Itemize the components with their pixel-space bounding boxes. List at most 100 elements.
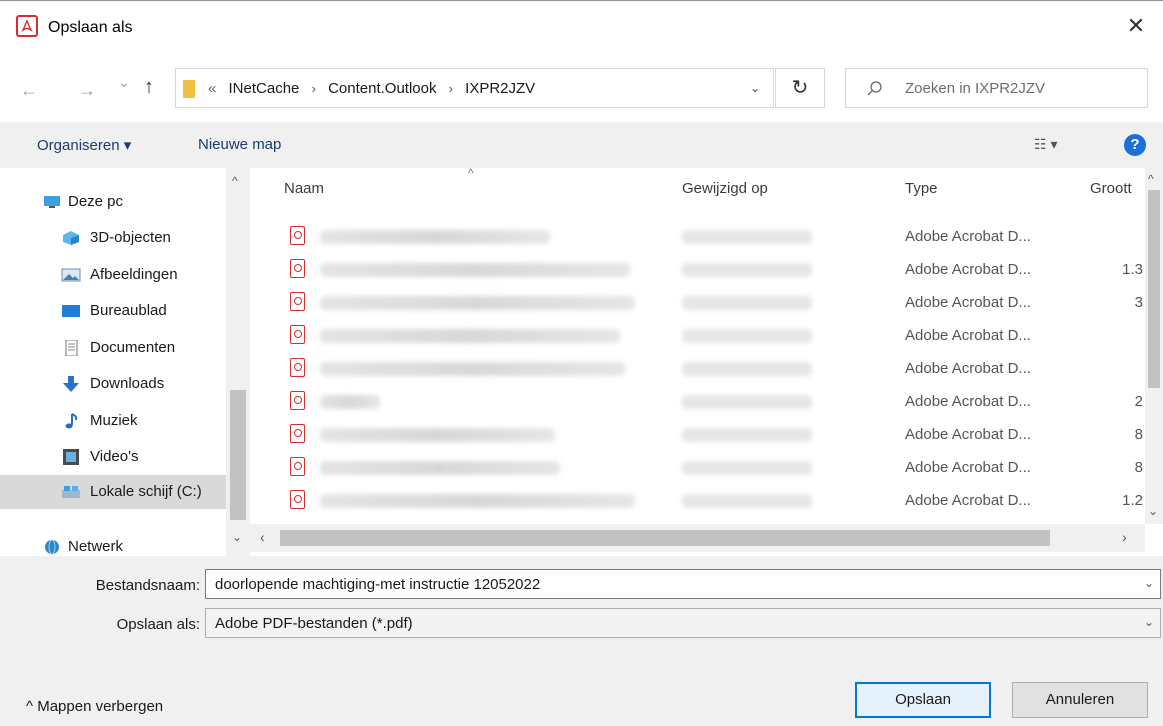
table-row[interactable]: Adobe Acrobat D... 8 [250, 451, 1145, 484]
breadcrumb: « INetCache › Content.Outlook › IXPR2JZV [208, 80, 535, 97]
file-name-redacted [320, 461, 560, 475]
file-date-redacted [682, 461, 812, 475]
new-folder-button[interactable]: Nieuwe map [198, 136, 281, 153]
file-size: 2 [1134, 393, 1143, 410]
file-type: Adobe Acrobat D... [905, 459, 1031, 476]
file-size: 1.3 [1122, 261, 1143, 278]
recent-locations-chevron-icon[interactable]: ⌄ [118, 74, 130, 91]
pdf-file-icon [290, 259, 305, 278]
filename-value: doorlopende machtiging-met instructie 12… [215, 576, 541, 593]
address-bar[interactable]: « INetCache › Content.Outlook › IXPR2JZV… [175, 68, 774, 108]
sidebar-item-3d-objecten[interactable]: 3D-objecten [0, 221, 226, 255]
navigation-pane-scrollbar[interactable]: ^ ⌄ [226, 168, 250, 556]
sidebar-item-afbeeldingen[interactable]: Afbeeldingen [0, 258, 226, 292]
table-row[interactable]: Adobe Acrobat D... [250, 319, 1145, 352]
computer-icon [44, 196, 60, 208]
music-note-icon [65, 413, 78, 429]
sidebar-item-videos[interactable]: Video's [0, 440, 226, 474]
table-row[interactable]: Adobe Acrobat D... 2 [250, 385, 1145, 418]
sidebar-item-label: Downloads [90, 375, 165, 392]
file-date-redacted [682, 230, 812, 244]
save-as-dialog: Opslaan als ✕ ← → ⌄ ↑ « INetCache › Cont… [0, 0, 1163, 726]
file-type: Adobe Acrobat D... [905, 327, 1031, 344]
column-header-modified[interactable]: Gewijzigd op [682, 180, 768, 197]
save-type-select[interactable]: Adobe PDF-bestanden (*.pdf) ⌄ [205, 608, 1161, 638]
scrollbar-thumb[interactable] [1148, 190, 1160, 388]
sidebar-item-bureaublad[interactable]: Bureaublad [0, 294, 226, 328]
file-date-redacted [682, 296, 812, 310]
chevron-down-icon[interactable]: ⌄ [1144, 576, 1154, 590]
organise-menu-button[interactable]: Organiseren ▾ [37, 136, 131, 154]
file-name-redacted [320, 296, 635, 310]
pdf-file-icon [290, 457, 305, 476]
file-date-redacted [682, 263, 812, 277]
file-type: Adobe Acrobat D... [905, 228, 1031, 245]
hide-folders-button[interactable]: ^ Mappen verbergen [26, 698, 163, 715]
close-icon[interactable]: ✕ [1123, 13, 1149, 39]
table-row[interactable]: Adobe Acrobat D... 8 [250, 418, 1145, 451]
view-options-icon[interactable]: ☷ ▾ [1034, 136, 1057, 153]
film-icon [63, 449, 79, 465]
address-dropdown-chevron-icon[interactable]: ⌄ [750, 81, 760, 95]
command-toolbar: Organiseren ▾ Nieuwe map ☷ ▾ ? [0, 122, 1163, 168]
sidebar-item-netwerk[interactable]: Netwerk [0, 530, 226, 556]
drive-icon [62, 486, 80, 498]
sidebar-item-muziek[interactable]: Muziek [0, 404, 226, 438]
sidebar-item-downloads[interactable]: Downloads [0, 367, 226, 401]
sidebar-item-label: Lokale schijf (C:) [90, 483, 202, 500]
help-icon[interactable]: ? [1124, 134, 1146, 156]
save-type-label: Opslaan als: [116, 616, 200, 633]
breadcrumb-item-content-outlook[interactable]: Content.Outlook [328, 80, 436, 97]
scroll-down-icon[interactable]: ⌄ [232, 530, 242, 544]
scroll-down-icon[interactable]: ⌄ [1148, 504, 1158, 518]
breadcrumb-item-ixpr2jzv[interactable]: IXPR2JZV [465, 80, 535, 97]
back-arrow-icon[interactable]: ← [20, 80, 38, 101]
acrobat-icon [16, 15, 38, 37]
table-row[interactable]: Adobe Acrobat D... 3 [250, 286, 1145, 319]
file-name-redacted [320, 263, 630, 277]
file-list-horizontal-scrollbar[interactable]: ‹ › [250, 524, 1145, 552]
pdf-file-icon [290, 325, 305, 344]
column-header-size[interactable]: Groott [1090, 180, 1132, 197]
filename-field[interactable]: doorlopende machtiging-met instructie 12… [205, 569, 1161, 599]
table-row[interactable]: Adobe Acrobat D... 1.2 [250, 484, 1145, 517]
file-name-redacted [320, 428, 555, 442]
sidebar-item-documenten[interactable]: Documenten [0, 331, 226, 365]
pdf-file-icon [290, 391, 305, 410]
sort-ascending-icon: ^ [468, 168, 474, 180]
folder-icon [183, 80, 195, 98]
table-row[interactable]: Adobe Acrobat D... 1.3 [250, 253, 1145, 286]
file-list-vertical-scrollbar[interactable]: ^ ⌄ [1145, 168, 1163, 524]
forward-arrow-icon[interactable]: → [78, 80, 96, 101]
file-date-redacted [682, 395, 812, 409]
file-size: 1.2 [1122, 492, 1143, 509]
scrollbar-thumb[interactable] [280, 530, 1050, 546]
breadcrumb-overflow[interactable]: « [208, 80, 216, 97]
breadcrumb-item-inetcache[interactable]: INetCache [229, 80, 300, 97]
chevron-down-icon[interactable]: ⌄ [1144, 615, 1154, 629]
scroll-up-icon[interactable]: ^ [232, 174, 238, 188]
pdf-file-icon [290, 292, 305, 311]
column-header-type[interactable]: Type [905, 180, 938, 197]
scroll-left-icon[interactable]: ‹ [260, 529, 265, 545]
scroll-right-icon[interactable]: › [1122, 529, 1127, 545]
sidebar-item-lokale-schijf[interactable]: Lokale schijf (C:) [0, 475, 226, 509]
column-header-name[interactable]: Naam [284, 180, 324, 197]
scroll-up-icon[interactable]: ^ [1148, 172, 1154, 186]
search-placeholder: Zoeken in IXPR2JZV [905, 80, 1046, 97]
sidebar-item-label: Deze pc [68, 193, 124, 210]
scrollbar-thumb[interactable] [230, 390, 246, 520]
file-list: Naam ^ Gewijzigd op Type Groott Adobe Ac… [250, 168, 1163, 556]
document-icon [65, 340, 78, 356]
cancel-button[interactable]: Annuleren [1012, 682, 1148, 718]
table-row[interactable]: Adobe Acrobat D... [250, 220, 1145, 253]
file-name-redacted [320, 395, 380, 409]
search-box[interactable]: Zoeken in IXPR2JZV [845, 68, 1148, 108]
table-row[interactable]: Adobe Acrobat D... [250, 352, 1145, 385]
sidebar-item-deze-pc[interactable]: Deze pc [0, 185, 226, 219]
file-date-redacted [682, 428, 812, 442]
up-arrow-icon[interactable]: ↑ [144, 76, 154, 99]
window-title: Opslaan als [48, 19, 133, 36]
refresh-button[interactable]: ↻ [775, 68, 825, 108]
save-button[interactable]: Opslaan [855, 682, 991, 718]
